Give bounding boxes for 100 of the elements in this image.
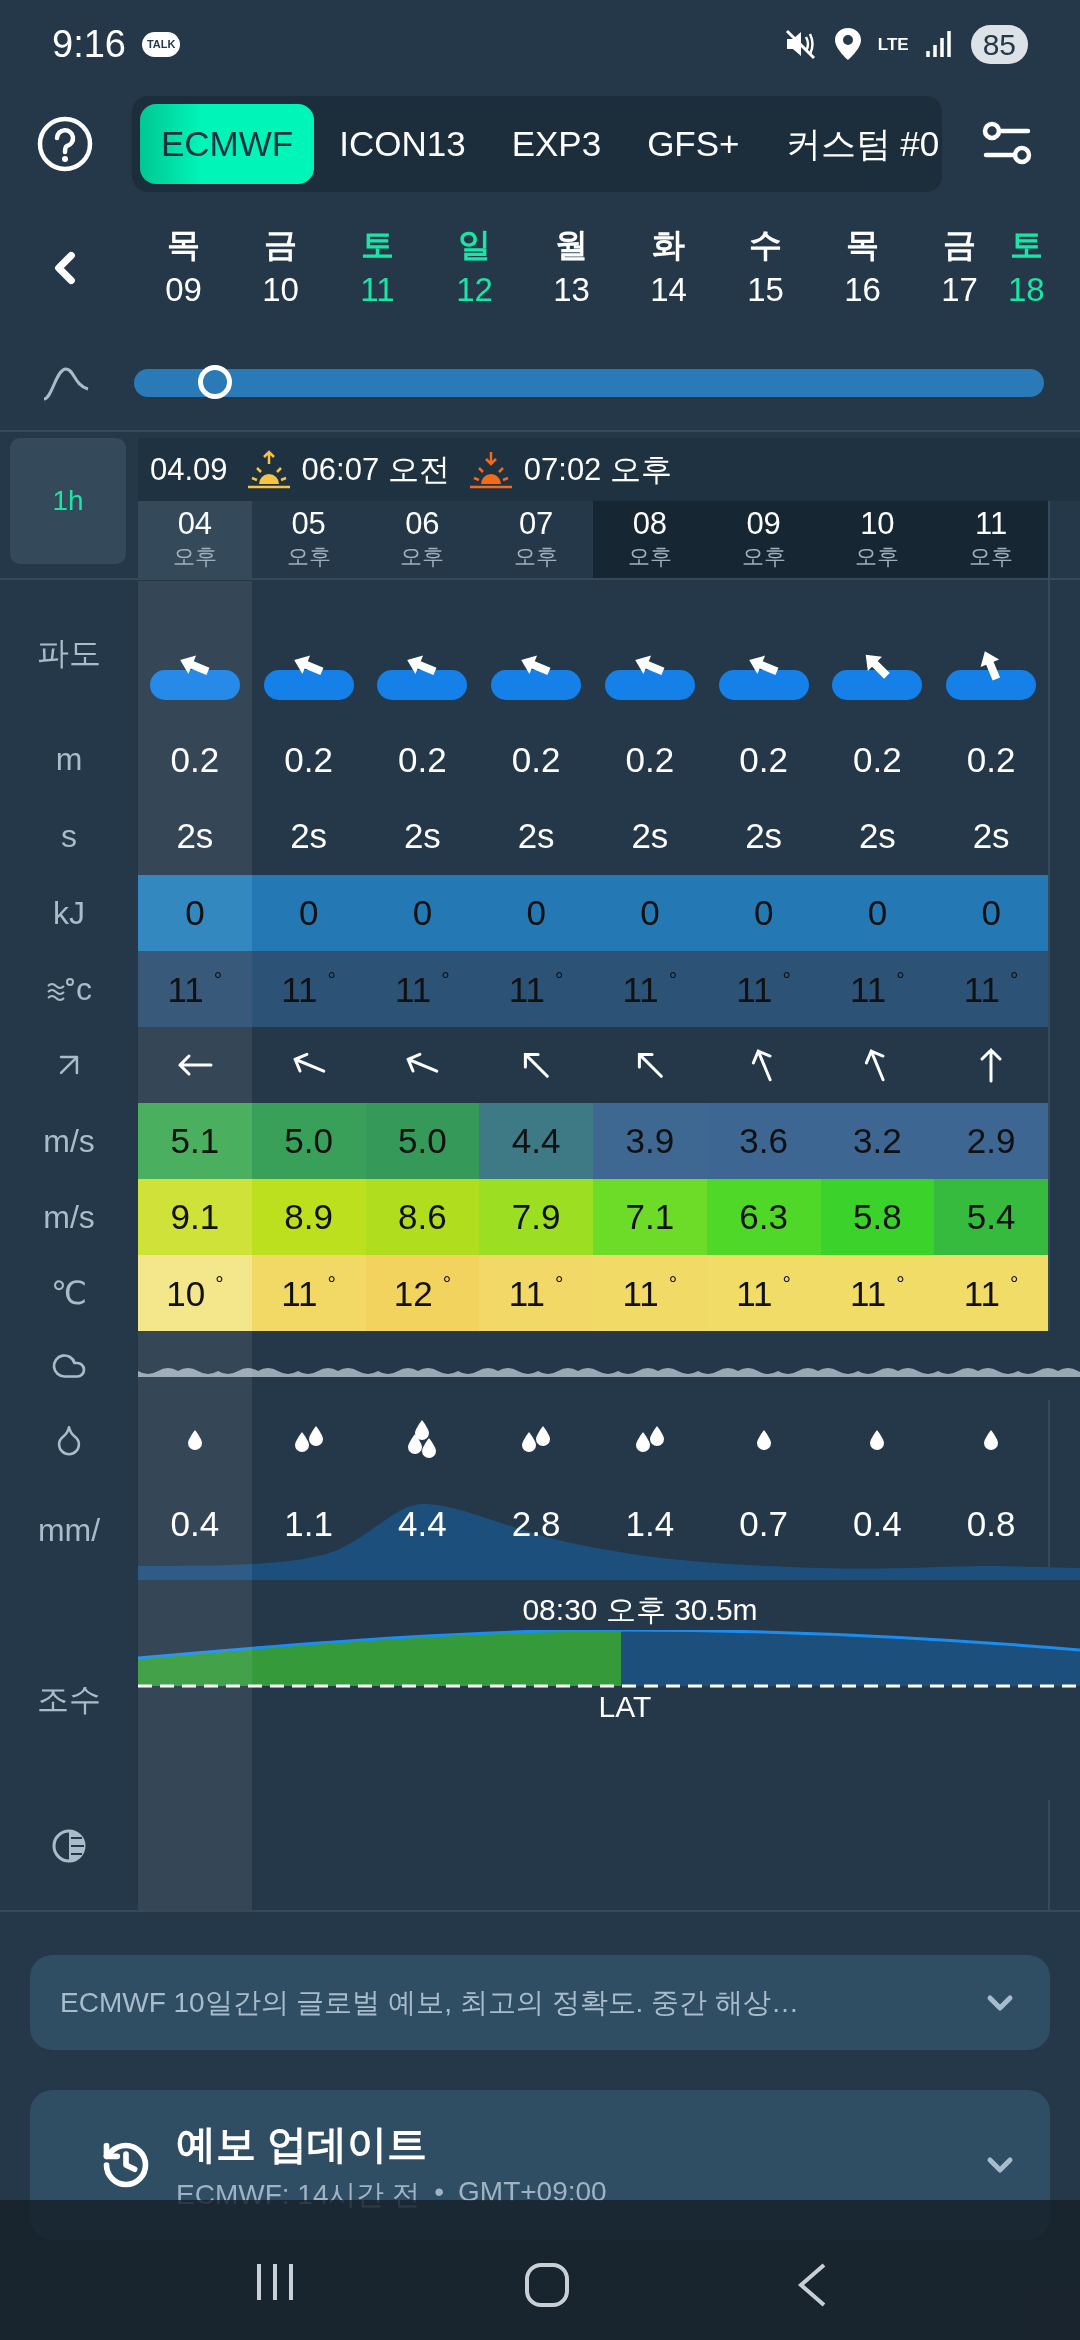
table-cell: 11$^{°}$ [820, 951, 935, 1027]
table-cell: 11$^{°}$ [593, 1255, 707, 1331]
sunrise-time: 06:07 오전 [301, 450, 450, 489]
high-tide-label: 08:30 오후 30.5m [522, 1592, 758, 1628]
table-cell: 6.3 [706, 1179, 821, 1255]
hour-column-header[interactable]: 10 오후 [820, 501, 935, 578]
row-label: 파도 [37, 634, 101, 673]
day-item[interactable]: 목 16 [814, 222, 911, 313]
row-label: m/s [43, 1122, 95, 1160]
table-cell: 11$^{°}$ [251, 951, 366, 1027]
timeline-slider[interactable] [134, 368, 1044, 397]
row-label: m [55, 741, 83, 778]
table-cell-text: 0.2 [738, 738, 789, 781]
row-label: kJ [53, 894, 85, 932]
table-cell-text: 0.2 [397, 738, 448, 781]
sunset-icon [467, 449, 514, 490]
day-item[interactable]: 금 17 [911, 222, 1008, 313]
day-item[interactable]: 토 18 [1008, 222, 1045, 313]
table-cell: 5.1 [138, 1103, 252, 1179]
table-cell: 11$^{°}$ [479, 1255, 593, 1331]
day-item[interactable]: 일 12 [426, 222, 523, 313]
table-cell-text: 0.4 [852, 1503, 903, 1545]
model-tab[interactable]: EXP3 [490, 104, 623, 184]
table-cell: 5.0 [251, 1103, 366, 1179]
hour-column-header[interactable]: 04 오후 [138, 501, 252, 578]
table-cell: 0 [820, 875, 935, 951]
table-cell-text: 0.7 [738, 1503, 789, 1545]
table-cell: 0 [706, 875, 821, 951]
hour-column-header[interactable]: 06 오후 [365, 501, 480, 578]
table-cell-text: 1.1 [283, 1503, 334, 1545]
table-cell: 7.1 [593, 1179, 707, 1255]
hour-column-header[interactable]: 07 오후 [479, 501, 593, 578]
table-cell: 5.4 [934, 1179, 1048, 1255]
row-label: c [76, 970, 92, 1008]
model-description-card[interactable]: ECMWF 10일간의 글로벌 예보, 최고의 정확도. 중간 해상… [30, 1955, 1050, 2050]
table-cell: 11$^{°}$ [251, 1255, 366, 1331]
model-tab[interactable]: 커스텀 #0 [764, 104, 942, 184]
hour-column-header[interactable]: 11 오후 [934, 501, 1048, 578]
table-cell: 11$^{°}$ [138, 951, 252, 1027]
table-cell: 8.6 [365, 1179, 480, 1255]
table-cell: 11$^{°}$ [820, 1255, 935, 1331]
table-cell: 4.4 [479, 1103, 593, 1179]
table-cell: 12$^{°}$ [365, 1255, 480, 1331]
separator-dot: • [434, 2175, 445, 2209]
status-time: 9:16 [52, 22, 126, 66]
notification-badge: TALK [141, 31, 181, 57]
card-title: 예보 업데이트 [176, 2120, 429, 2168]
settings-button[interactable] [982, 121, 1032, 167]
day-item[interactable]: 화 14 [620, 222, 717, 313]
model-tab[interactable]: ICON13 [318, 104, 487, 184]
table-cell: 3.6 [706, 1103, 821, 1179]
network-type: LTE [877, 35, 909, 53]
day-item[interactable]: 목 09 [135, 222, 232, 313]
table-cell: 3.2 [820, 1103, 935, 1179]
table-cell: 0 [934, 875, 1048, 951]
table-cell-text: 0.2 [852, 738, 903, 781]
location-icon [833, 27, 862, 61]
help-button[interactable] [36, 115, 94, 173]
table-cell-text: 0.2 [510, 738, 562, 781]
row-label: 조수 [37, 1680, 101, 1719]
day-item[interactable]: 토 11 [329, 222, 426, 313]
day-item[interactable]: 금 10 [232, 222, 329, 313]
timezone: GMT+09:00 [458, 2175, 607, 2209]
hour-column-header[interactable]: 05 오후 [251, 501, 366, 578]
update-source: ECMWF: 14시간 전 [176, 2177, 421, 2212]
table-cell-text: 0.2 [965, 738, 1017, 781]
back-nav-button[interactable] [796, 2262, 827, 2308]
date-label: 04.09 [150, 451, 228, 488]
table-cell: 11$^{°}$ [934, 1255, 1048, 1331]
table-cell: 5.0 [365, 1103, 480, 1179]
model-tab[interactable]: GFS+ [626, 104, 761, 184]
day-item[interactable]: 월 13 [523, 222, 620, 313]
day-item[interactable]: 수 15 [717, 222, 814, 313]
table-cell-text: 0.8 [965, 1503, 1017, 1545]
table-cell: 2.9 [934, 1103, 1048, 1179]
table-cell-text: 2s [744, 815, 784, 857]
table-cell-text: 2s [857, 815, 897, 857]
table-cell-text: 0.2 [283, 738, 334, 781]
table-cell-text: 2.8 [510, 1503, 562, 1545]
interval-button[interactable]: 1h [10, 438, 126, 564]
sunrise-icon [245, 449, 292, 490]
table-cell: 11$^{°}$ [706, 951, 821, 1027]
table-cell: 10$^{°}$ [138, 1255, 252, 1331]
table-cell-text: 2s [175, 815, 215, 857]
slider-thumb[interactable] [197, 364, 232, 399]
table-cell: 11$^{°}$ [479, 951, 593, 1027]
model-tab[interactable]: ECMWF [140, 104, 315, 184]
table-cell-text: 2s [971, 815, 1011, 857]
table-cell: 11$^{°}$ [365, 951, 480, 1027]
table-cell-text: 2s [402, 815, 442, 857]
row-label: m/s [43, 1198, 95, 1236]
table-cell: 11$^{°}$ [706, 1255, 821, 1331]
table-cell: 9.1 [138, 1179, 252, 1255]
home-button[interactable] [524, 2262, 570, 2308]
hour-column-header[interactable]: 09 오후 [706, 501, 821, 578]
table-cell: 7.9 [479, 1179, 593, 1255]
table-cell-text: 0.2 [169, 738, 221, 781]
table-cell: 11$^{°}$ [934, 951, 1048, 1027]
table-cell: 3.9 [593, 1103, 707, 1179]
hour-column-header[interactable]: 08 오후 [593, 501, 707, 578]
